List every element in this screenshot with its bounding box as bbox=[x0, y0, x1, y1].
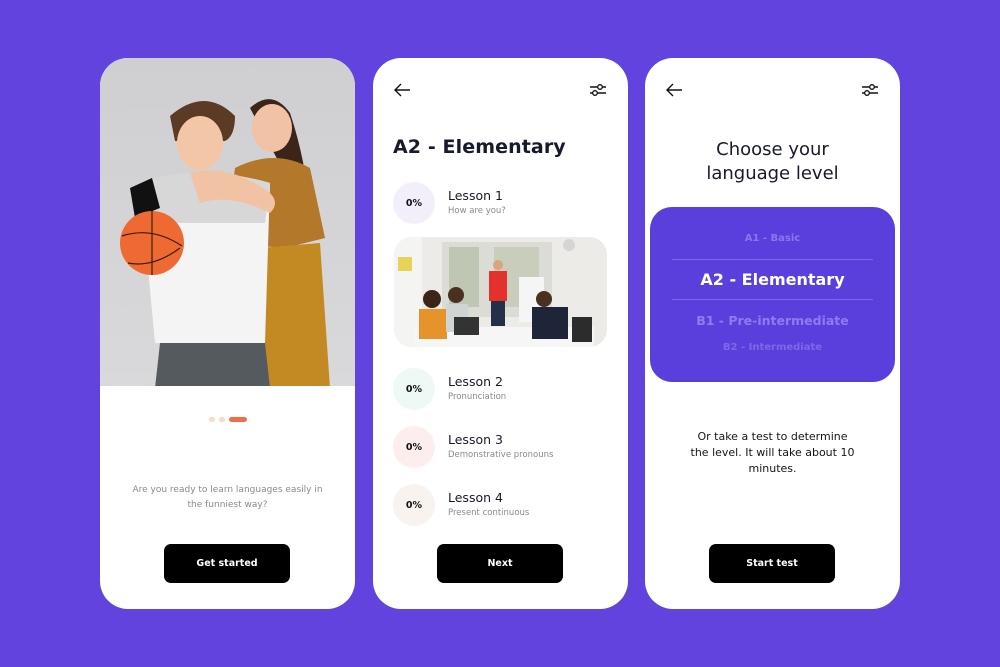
picker-divider bbox=[672, 259, 873, 260]
lesson-title: Lesson 1 bbox=[448, 188, 503, 203]
page-dot[interactable] bbox=[208, 417, 215, 422]
progress-circle: 0% bbox=[393, 484, 435, 526]
arrow-left-icon[interactable] bbox=[393, 82, 411, 98]
hero-image bbox=[100, 58, 355, 386]
progress-circle: 0% bbox=[393, 368, 435, 410]
get-started-button[interactable]: Get started bbox=[164, 544, 290, 583]
lesson-item[interactable]: 0% Lesson 2 Pronunciation bbox=[393, 368, 613, 410]
lesson-title: Lesson 2 bbox=[448, 374, 503, 389]
lesson-subtitle: Demonstrative pronouns bbox=[448, 450, 554, 460]
level-title: A2 - Elementary bbox=[393, 136, 566, 158]
kids-illustration bbox=[120, 99, 330, 386]
level-picker[interactable]: A1 - Basic A2 - Elementary B1 - Pre-inte… bbox=[650, 207, 895, 382]
progress-circle: 0% bbox=[393, 426, 435, 468]
page-dot[interactable] bbox=[218, 417, 225, 422]
picker-divider bbox=[672, 299, 873, 300]
test-note: Or take a test to determine the level. I… bbox=[690, 430, 855, 475]
start-test-button[interactable]: Start test bbox=[709, 544, 835, 583]
onboarding-screen: Are you ready to learn languages easily … bbox=[100, 58, 355, 609]
lesson-title: Lesson 3 bbox=[448, 432, 503, 447]
arrow-left-icon[interactable] bbox=[665, 82, 683, 98]
lesson-subtitle: Present continuous bbox=[448, 508, 530, 518]
progress-circle: 0% bbox=[393, 182, 435, 224]
title-line: Choose your bbox=[716, 139, 829, 160]
lessons-screen: A2 - Elementary 0% Lesson 1 How are you? bbox=[373, 58, 628, 609]
title-line: language level bbox=[706, 163, 839, 184]
level-option[interactable]: B1 - Pre-intermediate bbox=[650, 313, 895, 328]
lesson-title: Lesson 4 bbox=[448, 490, 503, 505]
sliders-icon[interactable] bbox=[861, 82, 879, 98]
level-option[interactable]: B2 - Intermediate bbox=[650, 342, 895, 353]
next-button[interactable]: Next bbox=[437, 544, 563, 583]
lesson-subtitle: Pronunciation bbox=[448, 392, 507, 402]
screen-title: Choose your language level bbox=[645, 138, 900, 186]
page-dot-active[interactable] bbox=[228, 417, 247, 422]
lesson-item[interactable]: 0% Lesson 1 How are you? bbox=[393, 182, 613, 224]
lesson-subtitle: How are you? bbox=[448, 206, 506, 216]
lesson-item[interactable]: 0% Lesson 4 Present continuous bbox=[393, 484, 613, 526]
classroom-illustration bbox=[394, 237, 607, 347]
intro-text: Are you ready to learn languages easily … bbox=[132, 485, 323, 510]
page-indicator bbox=[100, 417, 355, 422]
level-selection-screen: Choose your language level A1 - Basic A2… bbox=[645, 58, 900, 609]
level-option[interactable]: A1 - Basic bbox=[650, 233, 895, 244]
lesson-item[interactable]: 0% Lesson 3 Demonstrative pronouns bbox=[393, 426, 613, 468]
classroom-photo bbox=[394, 237, 607, 347]
sliders-icon[interactable] bbox=[589, 82, 607, 98]
level-option-selected[interactable]: A2 - Elementary bbox=[650, 270, 895, 289]
